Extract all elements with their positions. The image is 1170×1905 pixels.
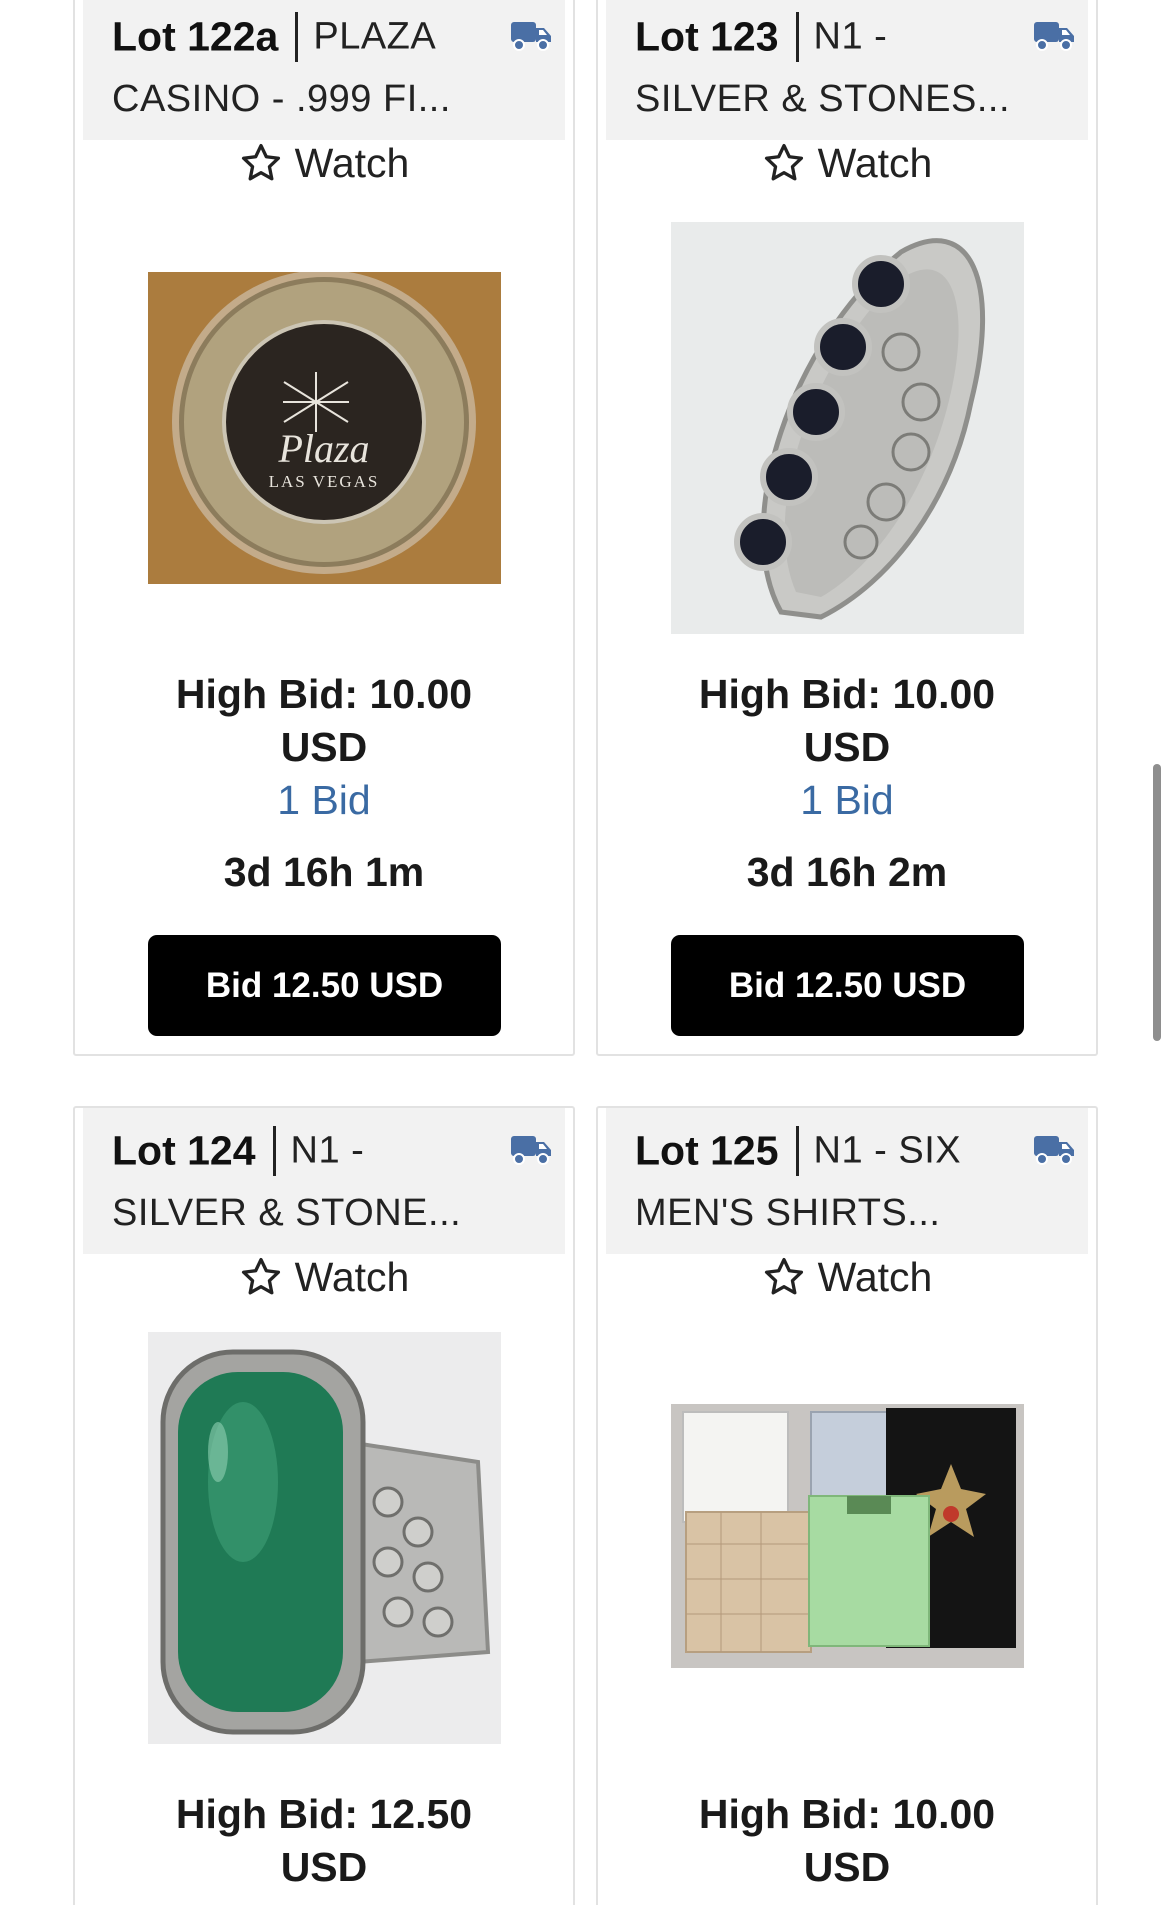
high-bid-currency: USD (803, 724, 891, 770)
ring-image (148, 1332, 501, 1744)
scrollbar[interactable] (1153, 764, 1161, 1041)
lot-title: N1 - (813, 15, 888, 58)
lot-title-continued: MEN'S SHIRTS... (635, 1192, 941, 1234)
lot-header[interactable]: Lot 125 N1 - SIX MEN'S SHIRTS... (606, 1108, 1088, 1254)
high-bid: High Bid: 10.00 (175, 671, 473, 717)
lot-image[interactable] (671, 1404, 1024, 1668)
truck-icon (511, 1136, 551, 1165)
lot-number: Lot 125 (635, 1127, 779, 1174)
lot-card[interactable]: Lot 123 N1 - SILVER & STONES... Watch Hi… (596, 0, 1098, 1056)
bid-count-link[interactable]: 1 Bid (598, 774, 1096, 826)
lot-image[interactable]: Plaza LAS VEGAS (148, 272, 501, 584)
high-bid-currency: USD (280, 1844, 368, 1890)
title-divider (795, 12, 799, 62)
lot-title: PLAZA (313, 15, 437, 58)
lot-header[interactable]: Lot 122a PLAZA CASINO - .999 FI... (83, 0, 565, 140)
bid-info: High Bid: 10.00 USD 1 Bid 3d 16h 1m (75, 668, 573, 898)
star-outline-icon (241, 1257, 280, 1295)
bid-button[interactable]: Bid 12.50 USD (148, 935, 501, 1036)
bid-info: High Bid: 12.50 USD (75, 1788, 573, 1894)
watch-button[interactable]: Watch (75, 1254, 573, 1314)
svg-text:Plaza: Plaza (277, 426, 369, 471)
high-bid-currency: USD (803, 1844, 891, 1890)
lot-number: Lot 122a (112, 13, 279, 60)
high-bid: High Bid: 10.00 (698, 671, 996, 717)
lot-card[interactable]: Lot 125 N1 - SIX MEN'S SHIRTS... Watch H… (596, 1106, 1098, 1905)
lot-title-line: Lot 123 N1 - (635, 12, 1068, 62)
star-outline-icon (241, 143, 280, 181)
truck-icon (1034, 1136, 1074, 1165)
time-left: 3d 16h 2m (746, 849, 948, 895)
token-image: Plaza LAS VEGAS (148, 272, 501, 584)
lot-title-line: Lot 124 N1 - (112, 1126, 545, 1176)
title-divider (295, 12, 299, 62)
watch-button[interactable]: Watch (598, 1254, 1096, 1314)
watch-button[interactable]: Watch (598, 140, 1096, 200)
title-divider (272, 1126, 276, 1176)
ring-image (671, 222, 1024, 634)
truck-icon (511, 22, 551, 51)
bid-button[interactable]: Bid 12.50 USD (671, 935, 1024, 1036)
watch-label: Watch (817, 140, 933, 186)
lot-card[interactable]: Lot 122a PLAZA CASINO - .999 FI... Watch (73, 0, 575, 1056)
lot-title-continued: CASINO - .999 FI... (112, 78, 451, 120)
lot-image[interactable] (148, 1332, 501, 1744)
lot-title: N1 - SIX (813, 1129, 962, 1172)
bid-info: High Bid: 10.00 USD (598, 1788, 1096, 1894)
title-divider (795, 1126, 799, 1176)
bid-count-link[interactable]: 1 Bid (75, 774, 573, 826)
star-outline-icon (764, 143, 803, 181)
watch-button[interactable]: Watch (75, 140, 573, 200)
high-bid: High Bid: 12.50 (175, 1791, 473, 1837)
truck-icon (1034, 22, 1074, 51)
bid-info: High Bid: 10.00 USD 1 Bid 3d 16h 2m (598, 668, 1096, 898)
lot-title-continued: SILVER & STONE... (112, 1192, 462, 1234)
lot-title-line: Lot 125 N1 - SIX (635, 1126, 1068, 1176)
watch-label: Watch (294, 140, 410, 186)
time-left: 3d 16h 1m (223, 849, 425, 895)
shirts-image (671, 1404, 1024, 1668)
high-bid: High Bid: 10.00 (698, 1791, 996, 1837)
lot-image[interactable] (671, 222, 1024, 634)
lot-title-continued: SILVER & STONES... (635, 78, 1011, 120)
lot-title-line: Lot 122a PLAZA (112, 12, 545, 62)
watch-label: Watch (817, 1254, 933, 1300)
lot-header[interactable]: Lot 124 N1 - SILVER & STONE... (83, 1108, 565, 1254)
svg-text:LAS VEGAS: LAS VEGAS (269, 472, 380, 491)
lot-header[interactable]: Lot 123 N1 - SILVER & STONES... (606, 0, 1088, 140)
lot-card[interactable]: Lot 124 N1 - SILVER & STONE... Watch Hig… (73, 1106, 575, 1905)
star-outline-icon (764, 1257, 803, 1295)
high-bid-currency: USD (280, 724, 368, 770)
lot-number: Lot 123 (635, 13, 779, 60)
watch-label: Watch (294, 1254, 410, 1300)
lot-number: Lot 124 (112, 1127, 256, 1174)
lot-title: N1 - (290, 1129, 365, 1172)
